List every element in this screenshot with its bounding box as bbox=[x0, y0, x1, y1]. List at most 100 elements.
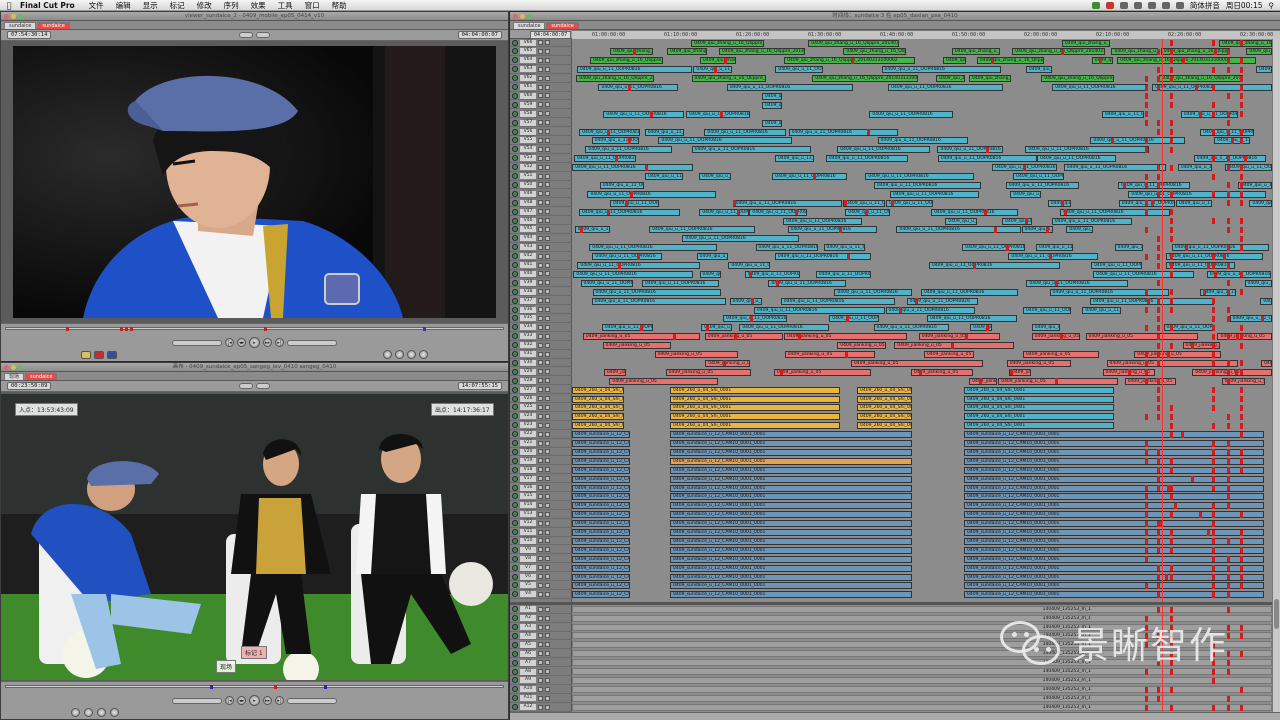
clip-marker[interactable] bbox=[1145, 146, 1148, 153]
timeline-clip[interactable]: 0409_qiu_u_11_OOPR0816 bbox=[1066, 226, 1094, 234]
track-visibility-icon[interactable] bbox=[512, 546, 518, 553]
timeline-clip[interactable]: 0409_sundaice_u_12_CAM10_0001_0001 bbox=[964, 431, 1264, 439]
timeline-clip[interactable]: 0409_qiu_u_11_OOPR0816 bbox=[1051, 217, 1132, 225]
track-visibility-icon[interactable] bbox=[512, 677, 518, 684]
audio-clip[interactable]: 140409_135253_m_1 bbox=[572, 668, 1272, 675]
timeline-clip[interactable]: 0409_qiu_u_11_OOPR0816 bbox=[1177, 164, 1213, 172]
clip-marker[interactable] bbox=[1170, 686, 1173, 693]
track-lock-icon[interactable] bbox=[538, 333, 543, 339]
track-lock-icon[interactable] bbox=[538, 360, 543, 366]
track-header[interactable]: A1 bbox=[510, 606, 572, 614]
timeline-clip[interactable]: 0409_qiu_u_11_OOPR0816 bbox=[599, 181, 644, 189]
track-target-icon[interactable] bbox=[545, 677, 550, 683]
track-target-icon[interactable] bbox=[545, 342, 550, 348]
timeline-clip[interactable]: 0409_qiu_u_11_OOPR0816 bbox=[823, 244, 866, 252]
track-visibility-icon[interactable] bbox=[512, 520, 518, 527]
timeline-clip[interactable]: 0409_jianking_u_05 bbox=[705, 359, 750, 367]
timeline-clip[interactable]: 0409_qiu_zhang_u_16_Qlippre_201403131000… bbox=[691, 75, 766, 83]
clip-marker[interactable] bbox=[1212, 476, 1215, 483]
clip-marker[interactable] bbox=[1240, 235, 1243, 242]
timeline-clip[interactable]: 0409_sundaice_u_12_CAM10_0001_0001 bbox=[964, 511, 1264, 519]
clip-marker[interactable] bbox=[1212, 307, 1215, 313]
clip-marker[interactable] bbox=[1212, 84, 1215, 91]
timeline-clip[interactable]: 0409_qiu_u_11_OOPR0816 bbox=[1026, 279, 1128, 287]
track-header[interactable]: V49 bbox=[510, 190, 572, 199]
track-lock-icon[interactable] bbox=[538, 75, 543, 81]
canvas-go-to-in[interactable]: |◂ bbox=[225, 696, 234, 705]
timeline-clip[interactable]: 0409_jianking_u_05 bbox=[918, 333, 1001, 341]
timeline-clip[interactable]: 0409_qiu_u_11_OOPR0816 bbox=[744, 270, 800, 278]
timeline-clip[interactable]: 0409_sundaice_u_12_CAM10_0001_0001 bbox=[670, 475, 912, 483]
clip-marker[interactable] bbox=[1212, 529, 1215, 536]
timeline-clip[interactable]: 0409_jianking_u_05 bbox=[998, 377, 1118, 385]
track-visibility-icon[interactable] bbox=[512, 39, 518, 46]
track-target-icon[interactable] bbox=[545, 137, 550, 143]
track-lock-icon[interactable] bbox=[538, 556, 543, 562]
clip-marker[interactable] bbox=[1212, 66, 1215, 73]
timeline-clip[interactable]: 0409_qiu_u_11_OOPR0816 bbox=[927, 315, 1017, 323]
clip-marker[interactable] bbox=[1157, 404, 1160, 411]
clip-marker[interactable] bbox=[1170, 57, 1173, 64]
timeline-clip[interactable]: 0409_jianking_u_05 bbox=[609, 377, 718, 385]
clip-marker[interactable] bbox=[1235, 369, 1239, 376]
canvas-mark-out[interactable] bbox=[84, 708, 93, 717]
track-target-icon[interactable] bbox=[545, 591, 550, 597]
timeline-clip[interactable]: 0409_sundaice_u_12_CAM10_0001_0001 bbox=[572, 475, 630, 483]
clip-marker[interactable] bbox=[1145, 102, 1148, 109]
track-target-icon[interactable] bbox=[545, 111, 550, 117]
track-target-icon[interactable] bbox=[545, 511, 550, 517]
timeline-clip[interactable]: 0409_jianking_u_05 bbox=[1124, 377, 1176, 385]
timeline-clip[interactable]: 0409_jianking_u_05 bbox=[1106, 359, 1238, 367]
clip-marker[interactable] bbox=[1157, 307, 1160, 313]
clip-marker[interactable] bbox=[1227, 704, 1230, 711]
timeline-clip[interactable]: 0409_qiu_u_11_OOPR0816 bbox=[1260, 297, 1272, 305]
track-visibility-icon[interactable] bbox=[512, 155, 518, 162]
clip-marker[interactable] bbox=[1227, 57, 1230, 64]
clip-marker[interactable] bbox=[1212, 520, 1215, 527]
clip-marker[interactable] bbox=[1157, 458, 1160, 465]
canvas-zoom-popup[interactable] bbox=[239, 383, 253, 389]
clip-marker[interactable] bbox=[965, 333, 969, 340]
track-lock-icon[interactable] bbox=[538, 235, 543, 241]
track-header[interactable]: A2 bbox=[510, 615, 572, 623]
track-header[interactable]: V44 bbox=[510, 235, 572, 243]
track-visibility-icon[interactable] bbox=[512, 659, 518, 666]
track-lock-icon[interactable] bbox=[538, 485, 543, 490]
clip-marker[interactable] bbox=[1145, 200, 1148, 207]
clip-marker[interactable] bbox=[1145, 173, 1148, 180]
track-target-icon[interactable] bbox=[545, 547, 550, 553]
clip-marker[interactable] bbox=[1240, 413, 1243, 420]
clip-marker[interactable] bbox=[1227, 244, 1230, 251]
clip-marker[interactable] bbox=[1227, 458, 1230, 465]
clip-marker[interactable] bbox=[1157, 413, 1160, 420]
clip-marker[interactable] bbox=[1170, 235, 1173, 242]
track-lock-icon[interactable] bbox=[538, 431, 543, 437]
timeline-clip[interactable]: 0409_qiu_u_11_OOPR0816 bbox=[696, 253, 729, 261]
clip-marker[interactable] bbox=[1167, 351, 1171, 358]
track-header[interactable]: V10 bbox=[510, 537, 572, 546]
track-header[interactable]: V58 bbox=[510, 110, 572, 119]
clip-marker[interactable] bbox=[1170, 191, 1173, 198]
timeline-clip[interactable]: 0409_qiu_u_11_OOPR0816 bbox=[888, 84, 1003, 91]
mark-clip-button[interactable] bbox=[94, 350, 104, 359]
clip-marker[interactable] bbox=[1240, 324, 1243, 331]
timeline-clip[interactable]: 0409_qiu_u_11_OOPR0816 bbox=[945, 217, 977, 225]
timeline-clip[interactable]: 0409_sundaice_u_12_CAM10_0001_0001 bbox=[572, 466, 630, 474]
timeline-zoom-bar[interactable] bbox=[510, 712, 1280, 720]
clip-marker[interactable] bbox=[1212, 369, 1215, 376]
canvas-go-to-out[interactable]: ▸| bbox=[275, 696, 284, 705]
track-target-icon[interactable] bbox=[545, 102, 550, 108]
clip-marker[interactable] bbox=[1157, 120, 1160, 127]
clip-marker[interactable] bbox=[1240, 342, 1243, 349]
track-visibility-icon[interactable] bbox=[512, 315, 518, 322]
play-in-out-button[interactable]: ◂▸ bbox=[237, 338, 246, 347]
track-target-icon[interactable] bbox=[545, 200, 550, 206]
clip-marker[interactable] bbox=[1145, 413, 1148, 420]
track-target-icon[interactable] bbox=[545, 262, 550, 268]
clip-marker[interactable] bbox=[1145, 93, 1148, 100]
timeline-clip[interactable]: 0409_jianking_u_05 bbox=[602, 342, 671, 350]
clip-marker[interactable] bbox=[1240, 57, 1243, 64]
clip-marker[interactable] bbox=[1240, 289, 1243, 296]
clip-marker[interactable] bbox=[1059, 333, 1063, 340]
clip-marker[interactable] bbox=[1212, 387, 1215, 394]
